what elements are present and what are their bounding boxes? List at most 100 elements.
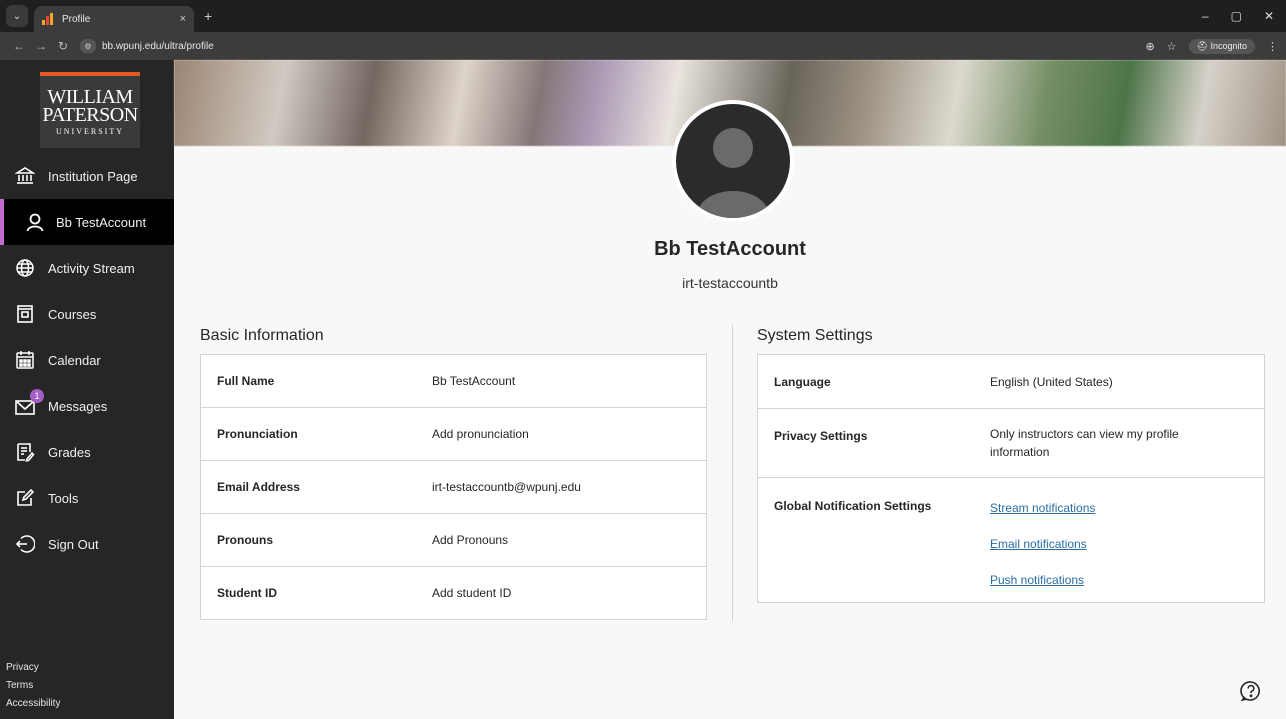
- window-controls: – ▢ ✕: [1202, 0, 1286, 32]
- zoom-icon[interactable]: ⊕: [1145, 40, 1154, 53]
- sidebar-item-label: Courses: [48, 306, 97, 322]
- stream-notifications-link[interactable]: Stream notifications: [990, 490, 1095, 526]
- accessibility-link[interactable]: Accessibility: [6, 695, 60, 713]
- row-value: Add student ID: [432, 586, 512, 600]
- logo-line-2: PATERSON: [42, 104, 138, 126]
- basic-info-title: Basic Information: [200, 327, 324, 344]
- row-label: Full Name: [217, 374, 275, 388]
- sidebar: WILLIAM PATERSON UNIVERSITY Institution …: [0, 60, 174, 719]
- sidebar-item-sign-out[interactable]: Sign Out: [0, 521, 174, 567]
- grades-icon: [14, 441, 36, 463]
- row-value: Bb TestAccount: [432, 374, 516, 388]
- sidebar-item-grades[interactable]: Grades: [0, 429, 174, 475]
- table-row[interactable]: Email Address irt-testaccountb@wpunj.edu: [201, 461, 706, 514]
- maximize-button[interactable]: ▢: [1231, 9, 1242, 23]
- sidebar-item-activity-stream[interactable]: Activity Stream: [0, 245, 174, 291]
- table-row[interactable]: Pronunciation Add pronunciation: [201, 408, 706, 461]
- row-label: Pronouns: [217, 533, 273, 547]
- table-row[interactable]: Privacy Settings Only instructors can vi…: [758, 409, 1264, 478]
- sidebar-item-label: Tools: [48, 490, 79, 506]
- browser-menu-icon[interactable]: ⋮: [1267, 40, 1278, 53]
- sidebar-item-label: Sign Out: [48, 536, 99, 552]
- sidebar-item-calendar[interactable]: Calendar: [0, 337, 174, 383]
- site-info-icon[interactable]: ⚙: [80, 39, 96, 53]
- sidebar-footer: Privacy Terms Accessibility: [6, 659, 60, 713]
- basic-info-card: Full Name Bb TestAccount Pronunciation A…: [200, 354, 707, 620]
- browser-tab-bar: ⌄ Profile × + – ▢ ✕: [0, 0, 1286, 32]
- row-label: Student ID: [217, 586, 277, 600]
- institution-icon: [14, 165, 36, 187]
- new-tab-button[interactable]: +: [204, 8, 212, 24]
- language-label: Language: [774, 374, 831, 389]
- system-settings-card: Language English (United States) Privacy…: [757, 354, 1265, 603]
- language-value: English (United States): [990, 374, 1113, 389]
- sidebar-item-courses[interactable]: Courses: [0, 291, 174, 337]
- incognito-icon: ⛑: [1196, 40, 1211, 51]
- messages-count-badge: 1: [30, 389, 44, 403]
- sidebar-item-label: Grades: [48, 444, 91, 460]
- email-notifications-link[interactable]: Email notifications: [990, 526, 1095, 562]
- chevron-down-icon: ⌄: [12, 10, 22, 22]
- sidebar-item-profile[interactable]: Bb TestAccount: [0, 199, 174, 245]
- tab-close-icon[interactable]: ×: [180, 13, 186, 25]
- help-question-icon: [1240, 681, 1260, 702]
- row-value: irt-testaccountb@wpunj.edu: [432, 480, 581, 494]
- url-field[interactable]: ⚙ bb.wpunj.edu/ultra/profile: [80, 39, 1145, 53]
- address-bar-actions: ⊕ ☆ ⛑ Incognito ⋮: [1145, 38, 1278, 54]
- sidebar-item-label: Institution Page: [48, 168, 138, 184]
- push-notifications-link[interactable]: Push notifications: [990, 562, 1095, 598]
- row-value: Add pronunciation: [432, 427, 529, 441]
- terms-link[interactable]: Terms: [6, 677, 60, 695]
- incognito-label: Incognito: [1210, 40, 1247, 51]
- reload-icon[interactable]: ↻: [52, 39, 74, 53]
- section-divider: [732, 325, 733, 621]
- sidebar-item-messages[interactable]: 1 Messages: [0, 383, 174, 429]
- privacy-value: Only instructors can view my profile inf…: [990, 427, 1179, 459]
- profile-username: irt-testaccountb: [682, 275, 778, 291]
- globe-icon: [14, 257, 36, 279]
- sign-out-icon: [14, 533, 36, 555]
- sidebar-item-institution-page[interactable]: Institution Page: [0, 153, 174, 199]
- table-row[interactable]: Full Name Bb TestAccount: [201, 355, 706, 408]
- tab-search-button[interactable]: ⌄: [6, 5, 28, 27]
- sidebar-item-tools[interactable]: Tools: [0, 475, 174, 521]
- address-bar: ← → ↻ ⚙ bb.wpunj.edu/ultra/profile ⊕ ☆ ⛑…: [0, 32, 1286, 60]
- avatar[interactable]: [672, 100, 794, 222]
- star-icon[interactable]: ☆: [1167, 40, 1177, 53]
- tools-icon: [14, 487, 36, 509]
- row-label: Pronunciation: [217, 427, 298, 441]
- calendar-icon: [14, 349, 36, 371]
- courses-icon: [14, 303, 36, 325]
- minimize-button[interactable]: –: [1202, 9, 1209, 23]
- close-window-button[interactable]: ✕: [1264, 9, 1274, 23]
- profile-name: Bb TestAccount: [654, 238, 806, 260]
- sidebar-item-label: Bb TestAccount: [56, 214, 147, 230]
- row-value: Add Pronouns: [432, 533, 509, 547]
- forward-arrow-icon[interactable]: →: [30, 39, 52, 53]
- sidebar-item-label: Calendar: [48, 352, 101, 368]
- incognito-badge[interactable]: ⛑ Incognito: [1188, 38, 1255, 54]
- user-icon: [24, 211, 46, 233]
- system-settings-title: System Settings: [757, 327, 873, 344]
- help-button[interactable]: [1240, 680, 1262, 702]
- tab-title: Profile: [62, 13, 91, 25]
- logo-line-3: UNIVERSITY: [56, 127, 124, 136]
- table-row[interactable]: Student ID Add student ID: [201, 567, 706, 619]
- sidebar-item-label: Messages: [48, 398, 108, 414]
- privacy-label: Privacy Settings: [774, 429, 868, 443]
- privacy-link[interactable]: Privacy: [6, 659, 60, 677]
- blackboard-favicon-icon: [42, 13, 54, 25]
- back-arrow-icon[interactable]: ←: [8, 39, 30, 53]
- table-row[interactable]: Language English (United States): [758, 355, 1264, 409]
- university-logo[interactable]: WILLIAM PATERSON UNIVERSITY: [40, 72, 140, 148]
- url-text: bb.wpunj.edu/ultra/profile: [102, 40, 214, 52]
- profile-main: Bb TestAccount irt-testaccountb Basic In…: [174, 60, 1286, 719]
- row-label: Email Address: [217, 480, 300, 494]
- notifications-label: Global Notification Settings: [774, 499, 932, 513]
- notification-links: Stream notifications Email notifications…: [990, 490, 1095, 598]
- table-row[interactable]: Pronouns Add Pronouns: [201, 514, 706, 567]
- sidebar-nav: Institution Page Bb TestAccount Activity…: [0, 153, 174, 567]
- table-row: Global Notification Settings Stream noti…: [758, 478, 1264, 602]
- browser-tab[interactable]: Profile ×: [34, 6, 194, 32]
- sidebar-item-label: Activity Stream: [48, 260, 135, 276]
